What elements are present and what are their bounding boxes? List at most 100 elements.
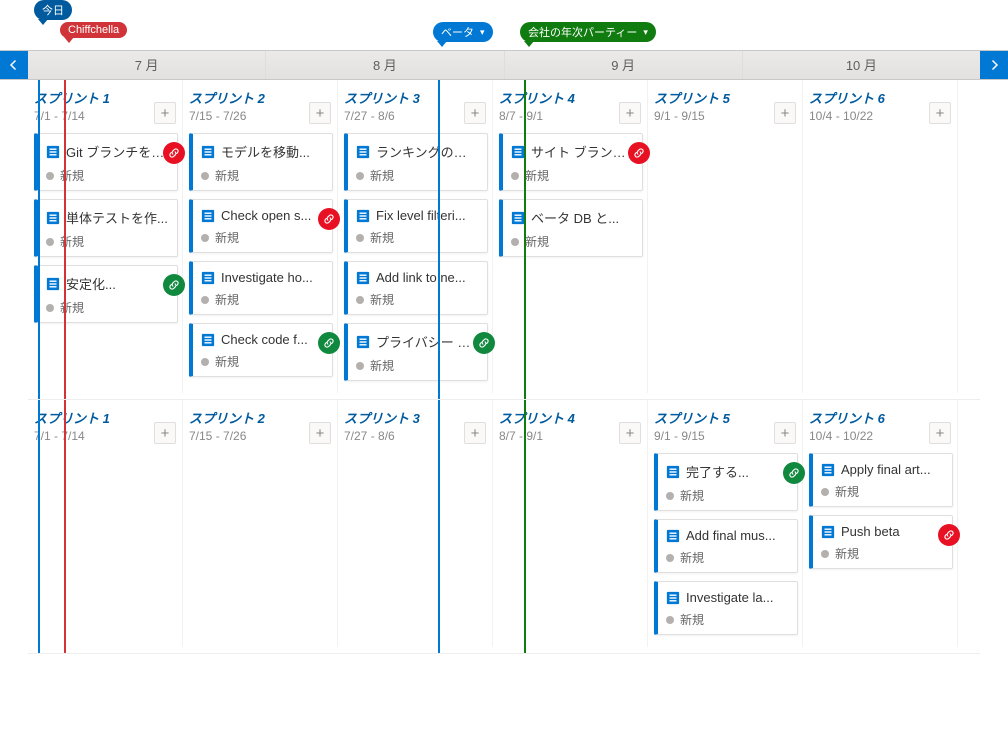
marker-party[interactable]: 会社の年次パーティー ▾	[520, 22, 656, 42]
add-card-button[interactable]: +	[154, 422, 176, 444]
sprint-header: スプリント 59/1 - 9/15+	[654, 408, 798, 447]
add-card-button[interactable]: +	[309, 422, 331, 444]
work-item-card[interactable]: ベータ DB と...新規	[499, 199, 643, 257]
status-dot-icon	[821, 488, 829, 496]
work-item-card[interactable]: モデルを移動...新規	[189, 133, 333, 191]
card-title-row: Add link to ne...	[356, 270, 479, 285]
link-badge-icon[interactable]	[628, 142, 650, 164]
work-item-card[interactable]: Investigate la... 新規	[654, 581, 798, 635]
card-title-row: Fix level filteri...	[356, 208, 479, 223]
work-item-card[interactable]: プライバシー ポリ...新規	[344, 323, 488, 381]
work-item-card[interactable]: Push beta新規	[809, 515, 953, 569]
work-item-card[interactable]: Git ブランチを作...新規	[34, 133, 178, 191]
card-title: Fix level filteri...	[376, 208, 466, 223]
timeline-line	[64, 80, 66, 399]
card-status: 新規	[356, 357, 479, 374]
add-card-button[interactable]: +	[309, 102, 331, 124]
work-item-card[interactable]: Add final mus... 新規	[654, 519, 798, 573]
work-item-card[interactable]: 単体テストを作...新規	[34, 199, 178, 257]
link-badge-icon[interactable]	[163, 274, 185, 296]
work-item-card[interactable]: Apply final art...新規	[809, 453, 953, 507]
card-status: 新規	[666, 549, 789, 566]
work-item-card[interactable]: Check code f...新規	[189, 323, 333, 377]
add-card-button[interactable]: +	[774, 102, 796, 124]
timeline-markers: 今日 Chiffchella ベータ ▾ 会社の年次パーティー ▾	[28, 0, 980, 50]
status-label: 新規	[215, 353, 239, 370]
sprint-column: スプリント 610/4 - 10/22+	[803, 80, 958, 393]
card-status: 新規	[666, 611, 789, 628]
pbi-icon	[201, 271, 215, 285]
card-title: 安定化...	[66, 274, 116, 293]
pbi-icon	[201, 145, 215, 159]
add-card-button[interactable]: +	[929, 422, 951, 444]
card-status: 新規	[356, 229, 479, 246]
work-item-card[interactable]: Investigate ho...新規	[189, 261, 333, 315]
pbi-icon	[201, 333, 215, 347]
work-item-card[interactable]: ランキングの並べ... 新規	[344, 133, 488, 191]
months: 7 月8 月9 月10 月	[28, 51, 980, 79]
card-title-row: モデルを移動...	[201, 142, 324, 161]
work-item-card[interactable]: 安定化...新規	[34, 265, 178, 323]
month-cell[interactable]: 9 月	[505, 51, 743, 79]
status-dot-icon	[511, 238, 519, 246]
prev-month-button[interactable]	[0, 51, 28, 79]
timeline-line	[438, 400, 440, 653]
card-title-row: ランキングの並べ...	[356, 142, 479, 161]
status-label: 新規	[835, 483, 859, 500]
link-badge-icon[interactable]	[318, 332, 340, 354]
work-item-card[interactable]: Fix level filteri... 新規	[344, 199, 488, 253]
add-card-button[interactable]: +	[619, 422, 641, 444]
add-card-button[interactable]: +	[464, 422, 486, 444]
link-badge-icon[interactable]	[938, 524, 960, 546]
card-title: Add final mus...	[686, 528, 776, 543]
timeline-line	[524, 80, 526, 399]
add-card-button[interactable]: +	[154, 102, 176, 124]
swimlane: スプリント 17/1 - 7/14+スプリント 27/15 - 7/26+スプリ…	[28, 400, 980, 654]
link-badge-icon[interactable]	[318, 208, 340, 230]
status-dot-icon	[356, 296, 364, 304]
work-item-card[interactable]: 完了する...新規	[654, 453, 798, 511]
sprint-header: スプリント 37/27 - 8/6+	[344, 408, 488, 447]
status-label: 新規	[370, 167, 394, 184]
add-card-button[interactable]: +	[619, 102, 641, 124]
next-month-button[interactable]	[980, 51, 1008, 79]
marker-beta[interactable]: ベータ ▾	[433, 22, 493, 42]
add-card-button[interactable]: +	[464, 102, 486, 124]
pbi-icon	[201, 209, 215, 223]
month-cell[interactable]: 8 月	[266, 51, 504, 79]
sprint-column: スプリント 610/4 - 10/22+Apply final art...新規…	[803, 400, 958, 647]
month-cell[interactable]: 10 月	[743, 51, 980, 79]
work-item-card[interactable]: Add link to ne...新規	[344, 261, 488, 315]
work-item-card[interactable]: サイト ブランドを...新規	[499, 133, 643, 191]
card-list: ランキングの並べ... 新規 Fix level filteri... 新規 Add l…	[344, 133, 488, 381]
status-dot-icon	[666, 554, 674, 562]
link-badge-icon[interactable]	[163, 142, 185, 164]
add-card-button[interactable]: +	[774, 422, 796, 444]
work-item-card[interactable]: Check open s...新規	[189, 199, 333, 253]
sprint-header: スプリント 48/7 - 9/1+	[499, 88, 643, 127]
pbi-icon	[356, 271, 370, 285]
link-badge-icon[interactable]	[783, 462, 805, 484]
status-label: 新規	[680, 549, 704, 566]
card-status: 新規	[201, 229, 324, 246]
add-card-button[interactable]: +	[929, 102, 951, 124]
pbi-icon	[666, 465, 680, 479]
sprint-header: スプリント 17/1 - 7/14+	[34, 88, 178, 127]
timeline-line	[438, 80, 440, 399]
timeline-line	[38, 80, 40, 399]
card-list: Git ブランチを作...新規単体テストを作...新規安定化...新規	[34, 133, 178, 323]
card-title-row: Investigate la...	[666, 590, 789, 605]
status-label: 新規	[215, 229, 239, 246]
marker-today[interactable]: 今日	[34, 0, 72, 20]
marker-chiffchella[interactable]: Chiffchella	[60, 22, 127, 38]
card-title: サイト ブランドを...	[531, 142, 634, 161]
month-cell[interactable]: 7 月	[28, 51, 266, 79]
pbi-icon	[356, 335, 370, 349]
marker-label: 今日	[42, 2, 64, 18]
sprint-column: スプリント 59/1 - 9/15+完了する...新規Add final mus…	[648, 400, 803, 647]
card-title: 完了する...	[686, 462, 749, 481]
status-label: 新規	[370, 357, 394, 374]
link-badge-icon[interactable]	[473, 332, 495, 354]
card-status: 新規	[821, 483, 944, 500]
sprint-column: スプリント 37/27 - 8/6+	[338, 400, 493, 647]
